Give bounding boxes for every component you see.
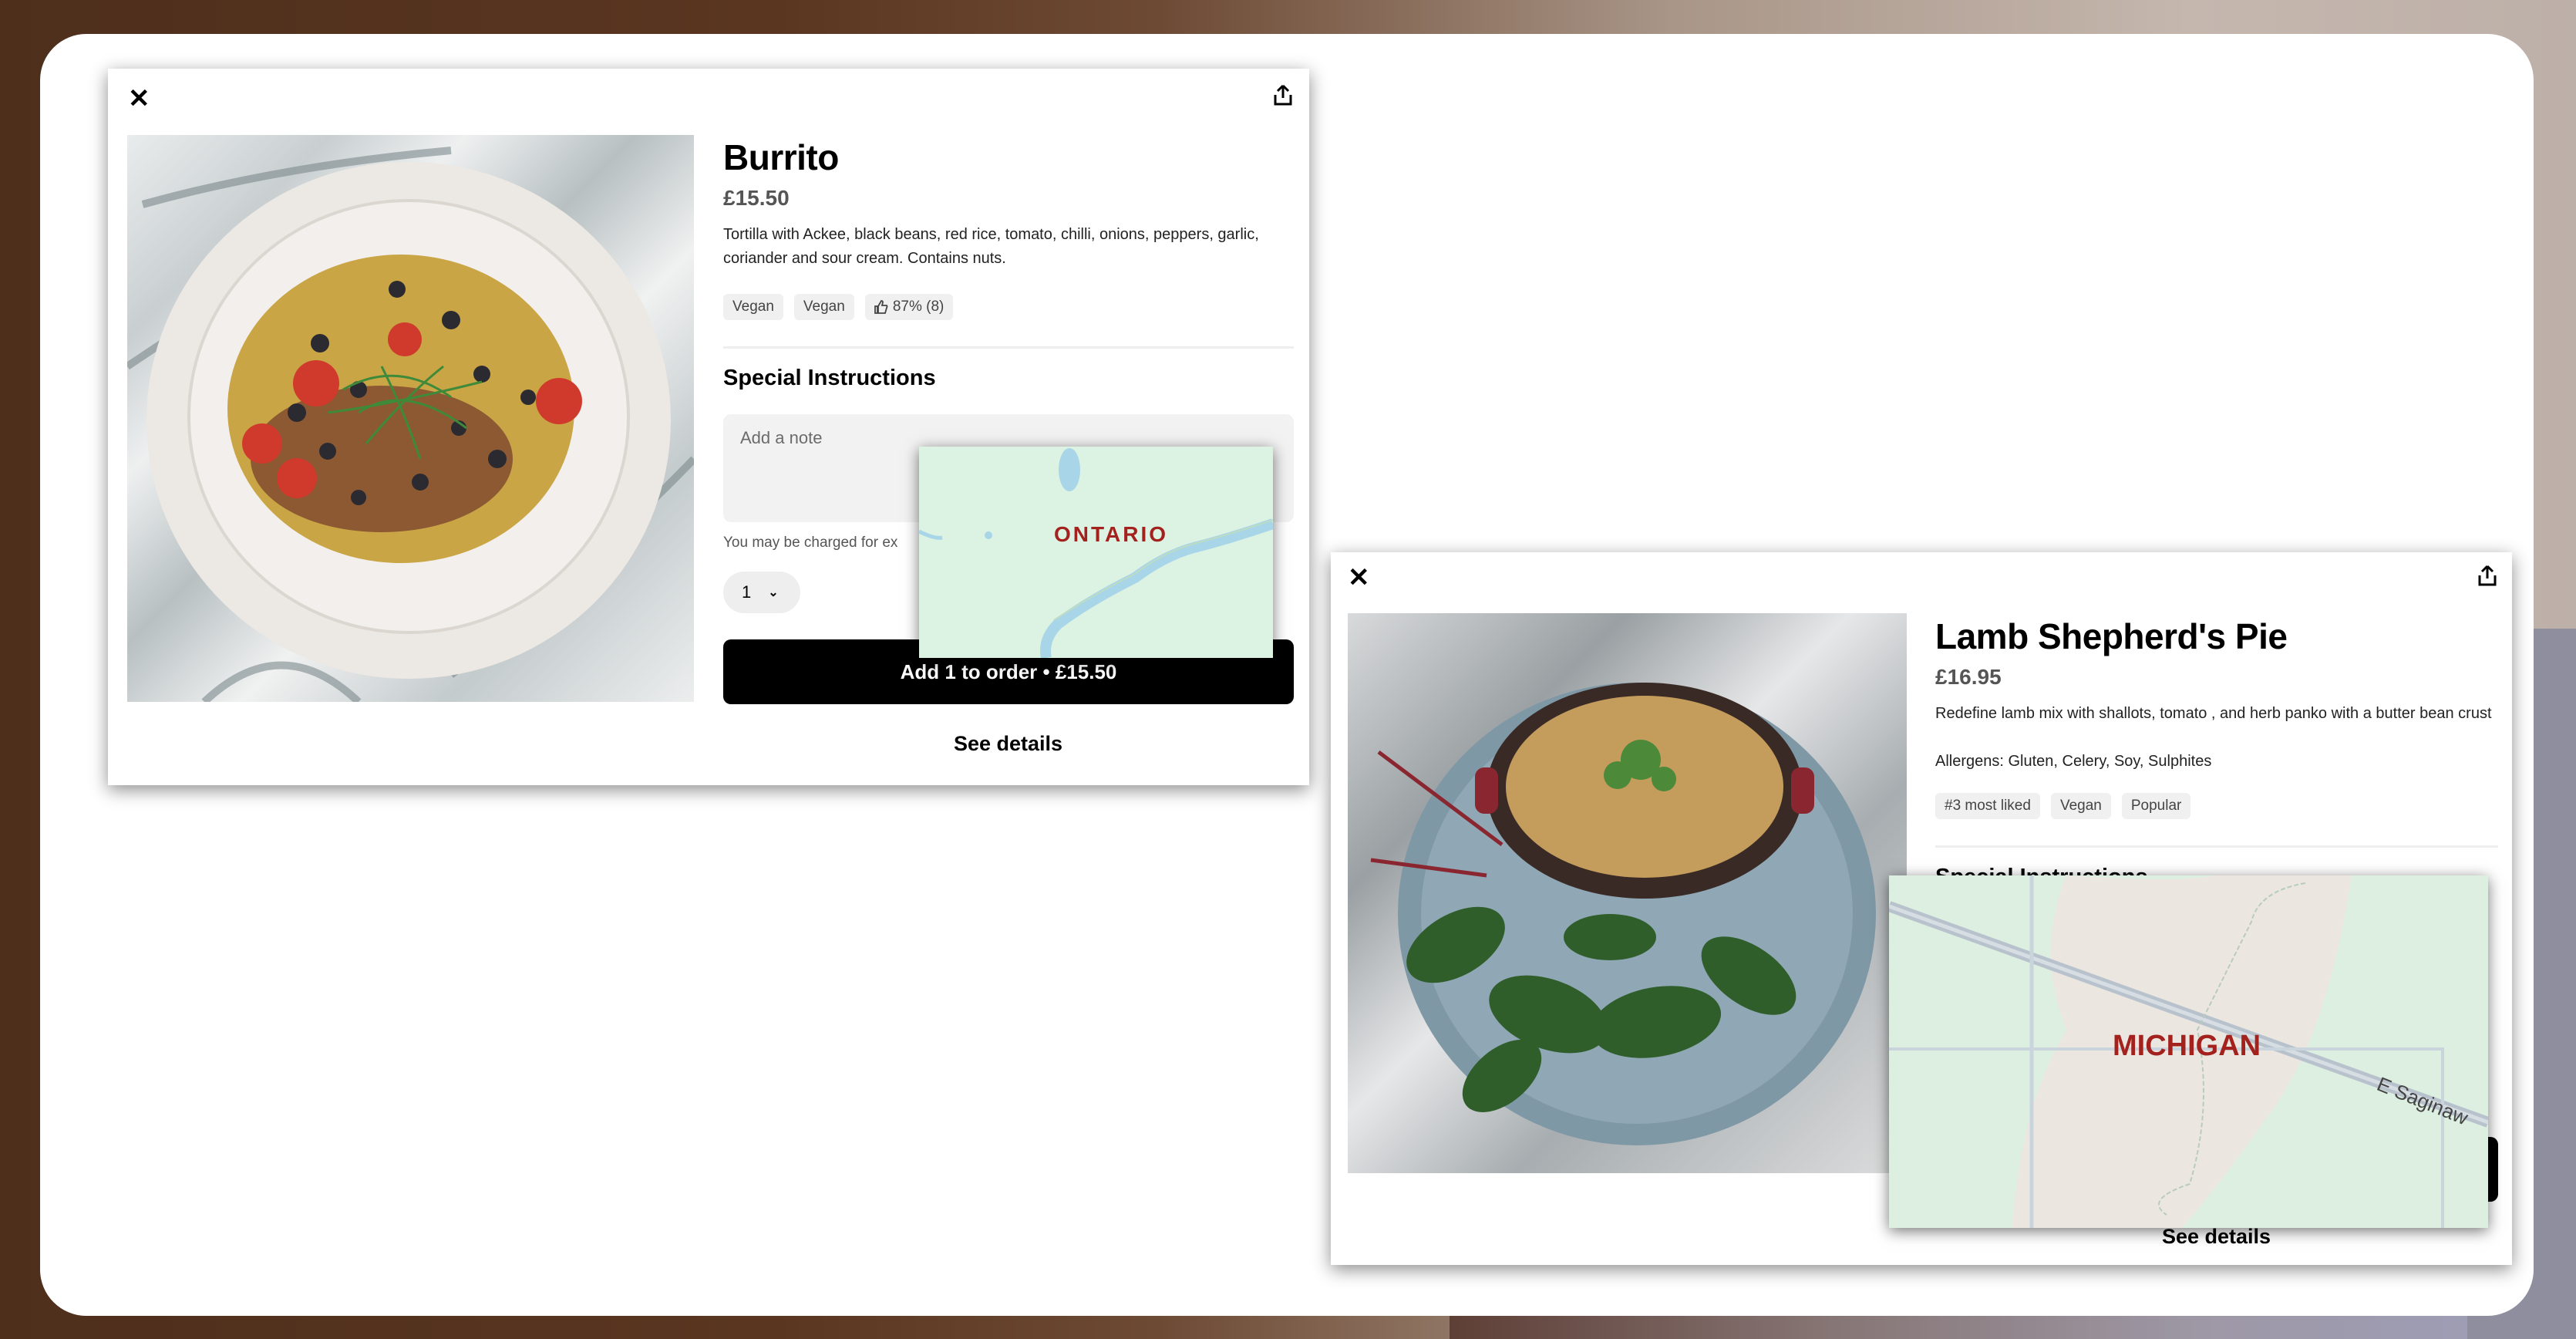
tag-most-liked: #3 most liked [1935, 793, 2040, 819]
map-label-ontario: ONTARIO [1054, 522, 1169, 546]
extra-charge-hint: You may be charged for ex [723, 535, 898, 551]
item-modal-shepherds-pie: ✕ Lamb Shepherd's Pie £16.95 Redefine la… [1331, 552, 2512, 1265]
chevron-down-icon: ⌄ [768, 586, 779, 599]
divider [1935, 845, 2498, 848]
item-title: Burrito [723, 137, 839, 177]
map-overlay-michigan: MICHIGAN E Saginaw [1889, 875, 2488, 1228]
item-price: £16.95 [1935, 665, 2002, 689]
burrito-photo [127, 135, 694, 702]
share-icon[interactable] [2478, 565, 2497, 586]
see-details-link[interactable]: See details [954, 732, 1062, 756]
rating-badge: 87% (8) [864, 294, 954, 320]
item-description: Tortilla with Ackee, black beans, red ri… [723, 226, 1259, 267]
item-description: Redefine lamb mix with shallots, tomato … [1935, 705, 2492, 722]
tag-vegan: Vegan [793, 294, 854, 320]
item-tags: #3 most liked Vegan Popular [1935, 793, 2191, 819]
item-modal-burrito: ✕ Burrito £15.50 Tortilla with Ackee, bl… [108, 69, 1309, 785]
quantity-value: 1 [742, 582, 752, 602]
quantity-select[interactable]: 1 ⌄ [723, 572, 800, 613]
map-label-michigan: MICHIGAN [2113, 1030, 2261, 1062]
item-title: Lamb Shepherd's Pie [1935, 616, 2288, 656]
item-price: £15.50 [723, 186, 790, 210]
tag-vegan: Vegan [2050, 793, 2111, 819]
special-instructions-heading: Special Instructions [723, 366, 936, 390]
rating-text: 87% (8) [892, 298, 945, 315]
share-icon[interactable] [1274, 84, 1292, 106]
map-graphic [919, 448, 1273, 658]
item-tags: Vegan Vegan 87% (8) [723, 294, 954, 320]
close-icon[interactable]: ✕ [1348, 565, 1370, 591]
tag-vegan: Vegan [723, 294, 783, 320]
close-icon[interactable]: ✕ [128, 86, 150, 112]
see-details-link[interactable]: See details [2162, 1225, 2271, 1249]
item-allergens: Allergens: Gluten, Celery, Soy, Sulphite… [1935, 753, 2212, 770]
shepherds-pie-photo [1348, 613, 1907, 1173]
map-overlay-ontario: ONTARIO [919, 447, 1273, 658]
tag-popular: Popular [2121, 793, 2191, 819]
divider [723, 346, 1294, 349]
thumbs-up-icon [874, 300, 888, 314]
